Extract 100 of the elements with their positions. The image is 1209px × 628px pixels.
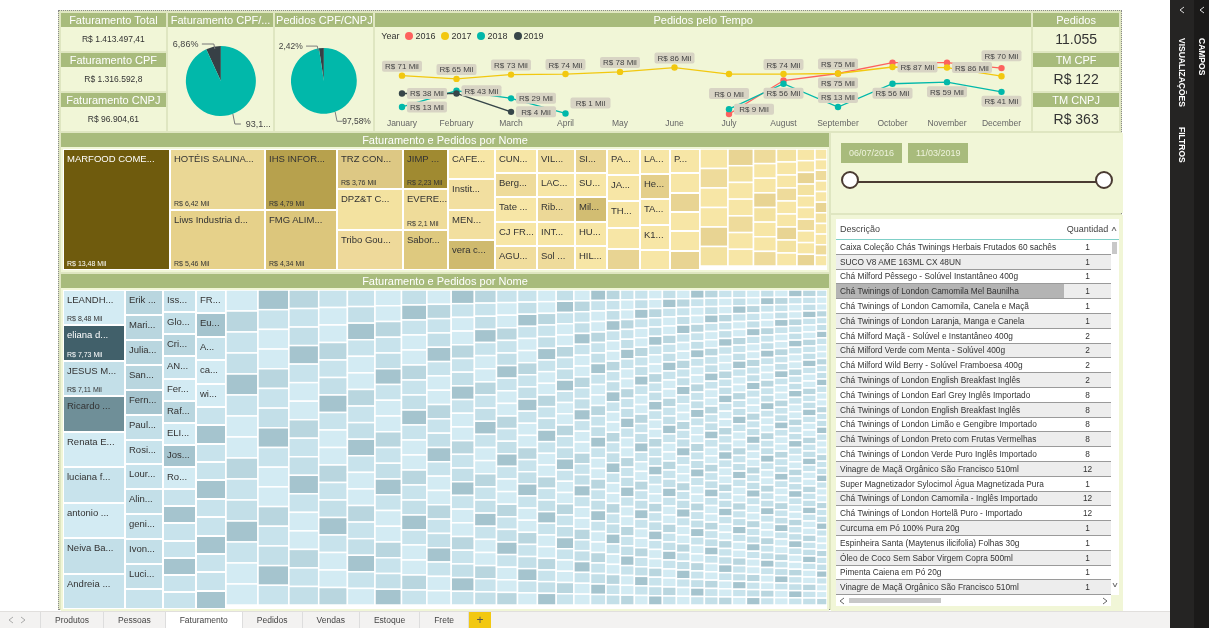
treemap-tile[interactable] <box>196 425 226 444</box>
treemap-tile[interactable]: wi... <box>196 383 226 407</box>
scroll-right-icon[interactable] <box>1102 596 1108 605</box>
pane-tab[interactable]: CAMPOS <box>1196 38 1207 76</box>
treemap-tile[interactable]: PA... <box>607 149 640 176</box>
pane-tab[interactable]: FILTROS <box>1177 126 1187 163</box>
treemap-tile[interactable]: Ro... <box>163 467 196 490</box>
table-row[interactable]: Chá Twinings of London Camomila Mel Baunilha 1 <box>836 284 1111 300</box>
treemap-tile[interactable]: MEN... <box>448 209 495 240</box>
treemap-tile[interactable]: geni... <box>125 514 163 540</box>
treemap-tile[interactable]: Iss... <box>163 290 196 313</box>
pane-tab[interactable]: VISUALIZAÇÕES <box>1177 38 1187 107</box>
treemap-tile[interactable]: Andreia ... <box>63 573 125 609</box>
treemap-tile[interactable] <box>670 192 700 212</box>
treemap-tile[interactable] <box>670 231 700 251</box>
treemap-tile[interactable] <box>670 250 700 270</box>
page-tab[interactable]: Estoque <box>359 612 421 628</box>
previous-page-icon[interactable] <box>8 616 14 624</box>
treemap-tile[interactable]: Jos... <box>163 444 196 467</box>
treemap-tile[interactable]: Fern... <box>125 389 163 415</box>
page-tab[interactable]: Produtos <box>41 612 105 628</box>
treemap-tile[interactable]: Tribo Gou... <box>337 229 403 270</box>
treemap-tile[interactable]: Sol ... <box>537 245 575 270</box>
treemap-tile[interactable]: AN... <box>163 356 196 379</box>
treemap-tile[interactable] <box>607 248 640 270</box>
collapse-icon[interactable] <box>1179 6 1185 14</box>
treemap-tile[interactable]: He... <box>640 174 670 200</box>
treemap-tile[interactable] <box>640 249 670 270</box>
treemap-tile[interactable]: CUN... <box>495 149 537 174</box>
table-row[interactable]: Chá Twinings of London Hortelã Puro - Importado 12 <box>836 506 1111 522</box>
treemap-tile[interactable]: Renata E... <box>63 431 125 468</box>
treemap-tile[interactable]: FR... <box>196 290 226 314</box>
treemap-tile[interactable]: Raf... <box>163 400 196 423</box>
table-row[interactable]: Caixa Coleção Chás Twinings Herbais Frutados 60 sachês 1 <box>836 240 1111 255</box>
treemap-tile[interactable]: Julia... <box>125 339 163 365</box>
treemap-tile[interactable]: HU... <box>575 221 607 246</box>
treemap-tile[interactable]: Lour... <box>125 464 163 490</box>
treemap-tile[interactable] <box>196 462 226 481</box>
table-row[interactable]: Chá Twinings of London English Breakfast Inglês 2 <box>836 373 1111 388</box>
add-page-button[interactable]: + <box>469 612 491 628</box>
slider-handle[interactable] <box>841 171 859 189</box>
treemap-tile[interactable]: Ricardo ... <box>63 396 125 432</box>
treemap-tile[interactable] <box>196 572 226 591</box>
treemap-tile[interactable]: TA... <box>640 199 670 225</box>
treemap-tile[interactable]: Neiva Ba... <box>63 538 125 574</box>
treemap-tile[interactable]: Sabor... <box>403 229 448 270</box>
scroll-left-icon[interactable] <box>839 596 845 605</box>
column-header[interactable]: Quantidad <box>1064 224 1111 234</box>
treemap-tile[interactable]: CAFE... <box>448 149 495 180</box>
treemap-tile[interactable] <box>163 489 196 507</box>
page-tab[interactable]: Faturamento <box>165 612 243 628</box>
treemap-tile[interactable]: K1... <box>640 224 670 250</box>
treemap-tile[interactable]: ca... <box>196 360 226 384</box>
treemap-tile[interactable]: Paul... <box>125 414 163 440</box>
page-tab[interactable]: Pessoas <box>104 612 166 628</box>
treemap-tile[interactable]: Rosi... <box>125 439 163 465</box>
scrollbar-thumb[interactable] <box>1112 242 1117 254</box>
treemap-tile[interactable]: Alin... <box>125 489 163 515</box>
treemap-tile[interactable]: SU... <box>575 173 607 198</box>
treemap-tile[interactable]: VIL... <box>537 149 575 174</box>
scroll-down-icon[interactable] <box>1112 581 1118 590</box>
treemap-tile[interactable]: Instit... <box>448 179 495 210</box>
treemap-tile[interactable]: SI... <box>575 149 607 174</box>
treemap-tile[interactable] <box>196 517 226 536</box>
treemap-tile[interactable]: vera c... <box>448 239 495 270</box>
treemap-tile[interactable]: Cri... <box>163 334 196 357</box>
treemap-tile[interactable] <box>196 480 226 499</box>
treemap-tile[interactable]: Rib... <box>537 197 575 222</box>
table-row[interactable]: Vinagre de Maçã Orgânico São Francisco 510ml 1 <box>836 580 1111 596</box>
treemap-tile[interactable]: Luci... <box>125 564 163 590</box>
treemap-tile[interactable]: TH... <box>607 201 640 228</box>
treemap-tile[interactable]: LAC... <box>537 173 575 198</box>
treemap-tile[interactable]: CJ FR... <box>495 221 537 246</box>
treemap-tile[interactable]: antonio ... <box>63 502 125 539</box>
table-row[interactable]: Chá Twinings of London Preto com Frutas Vermelhas 8 <box>836 432 1111 448</box>
treemap-tile[interactable]: INT... <box>537 221 575 246</box>
page-tab[interactable]: Vendas <box>302 612 360 628</box>
treemap-tile[interactable]: Ivon... <box>125 539 163 565</box>
table-row[interactable]: Curcuma em Pó 100% Pura 20g 1 <box>836 521 1111 536</box>
treemap-tile[interactable]: Fer... <box>163 378 196 401</box>
treemap-tile[interactable]: Mari... <box>125 314 163 340</box>
scroll-up-icon[interactable] <box>1111 225 1117 233</box>
treemap-tile[interactable] <box>125 589 163 609</box>
treemap-tile[interactable]: Berg... <box>495 173 537 198</box>
collapse-icon[interactable] <box>1198 6 1205 14</box>
scrollbar-thumb[interactable] <box>849 598 941 604</box>
treemap-tile[interactable] <box>163 506 196 524</box>
treemap-tile[interactable]: Mil... <box>575 197 607 222</box>
treemap-tile[interactable]: LA... <box>640 149 670 175</box>
treemap-tile[interactable] <box>670 212 700 232</box>
treemap-tile[interactable]: AGU... <box>495 245 537 270</box>
table-row[interactable]: Chá Twinings of London Camomila, Canela e Maçã 1 <box>836 299 1111 314</box>
treemap-tile[interactable]: HIL... <box>575 245 607 270</box>
treemap-tile[interactable]: Glo... <box>163 312 196 335</box>
treemap-tile[interactable]: JA... <box>607 175 640 202</box>
treemap-tile[interactable]: San... <box>125 364 163 390</box>
treemap-tile[interactable]: P... <box>670 149 700 174</box>
treemap-tile[interactable]: A... <box>196 336 226 361</box>
treemap-tile[interactable] <box>670 173 700 193</box>
treemap-tile[interactable]: DPZ&T C... <box>337 189 403 230</box>
